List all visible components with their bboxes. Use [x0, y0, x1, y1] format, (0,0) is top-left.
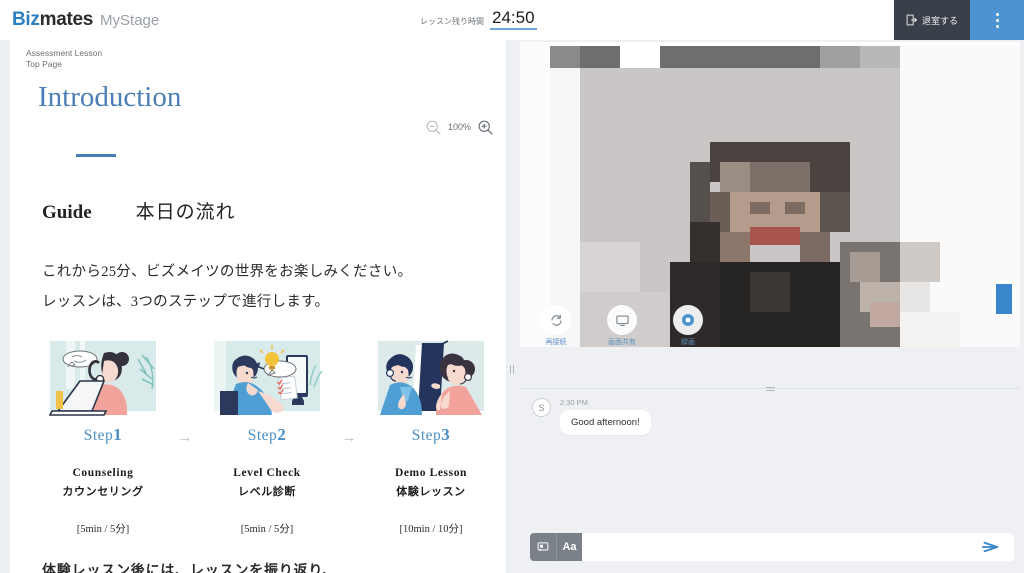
step-1-title-jp: カウンセリング	[62, 486, 144, 499]
top-bar: Biz mates MyStage レッスン残り時間 24:50 退室する	[0, 0, 1024, 40]
reconnect-label: 再接続	[545, 339, 567, 346]
step-1-duration: [5min / 5分]	[76, 524, 130, 536]
logo-product-text: MyStage	[100, 12, 160, 29]
two-people-presentation-illustration	[378, 340, 484, 416]
step-item-1: Step1 Counseling カウンセリング [5min / 5分]	[42, 339, 164, 536]
logo-biz-text: Biz	[12, 9, 40, 30]
zoom-out-icon[interactable]	[425, 119, 442, 136]
chat-input[interactable]	[590, 541, 982, 553]
step-3-title-en: Demo Lesson	[394, 467, 468, 480]
intro-line-1: これから25分、ビズメイツの世界をお楽しみください。	[42, 263, 413, 280]
bizmates-logo[interactable]: Biz mates MyStage	[12, 9, 159, 31]
intro-line-2: レッスンは、3つのステップで進行します。	[42, 293, 330, 310]
page-title: Introduction	[38, 80, 182, 113]
sticker-button[interactable]	[530, 533, 556, 561]
avatar: S	[532, 398, 551, 417]
lesson-timer: レッスン残り時間 24:50	[420, 8, 537, 30]
screen-share-icon	[607, 305, 637, 335]
breadcrumb-line-1: Assessment Lesson	[26, 48, 103, 58]
leave-room-button[interactable]: 退室する	[894, 0, 970, 40]
woman-with-headset-at-laptop-illustration	[48, 341, 156, 417]
closing-paragraph: 体験レッスン後には、レッスンを振り返り、	[42, 564, 338, 573]
sticker-icon	[537, 542, 549, 552]
screen-share-button[interactable]: 画面共有	[600, 305, 644, 347]
lesson-material-panel[interactable]: Assessment Lesson Top Page Introduction …	[10, 40, 506, 573]
text-format-label: Aa	[562, 541, 577, 553]
video-chat-panel: 再接続 画面共有 録画 S 2:30 PM Good afternoon! Aa	[510, 40, 1024, 573]
record-button[interactable]: 録画	[666, 305, 710, 347]
material-title-row: Introduction 100%	[10, 71, 506, 157]
participant-video-pixelated	[520, 42, 1020, 347]
zoom-in-icon[interactable]	[477, 119, 494, 136]
chat-message-text: Good afternoon!	[560, 410, 651, 435]
leave-room-label: 退室する	[921, 15, 958, 26]
timer-value: 24:50	[490, 8, 537, 30]
guide-heading-jp: 本日の流れ	[135, 201, 236, 223]
step-1-title-en: Counseling	[72, 467, 134, 480]
more-vertical-icon	[995, 11, 999, 29]
more-options-button[interactable]	[970, 0, 1024, 40]
intro-paragraph: これから25分、ビズメイツの世界をお楽しみください。 レッスンは、3つのステップ…	[42, 258, 506, 317]
step-arrow-2: →	[341, 429, 357, 447]
zoom-controls: 100%	[425, 119, 494, 136]
zoom-level: 100%	[447, 122, 471, 133]
chat-message: S 2:30 PM Good afternoon!	[532, 398, 1012, 435]
breadcrumb-line-2: Top Page	[26, 59, 62, 70]
chat-message-body: 2:30 PM Good afternoon!	[560, 398, 651, 435]
send-button[interactable]	[982, 540, 999, 554]
step-2-title-jp: レベル診断	[238, 486, 296, 499]
man-at-monitor-with-lightbulb-illustration	[214, 341, 323, 416]
breadcrumb[interactable]: Assessment Lesson Top Page	[10, 40, 506, 71]
text-format-button[interactable]: Aa	[556, 533, 582, 561]
steps-row: Step1 Counseling カウンセリング [5min / 5分] → S…	[42, 339, 506, 536]
screen-share-label: 画面共有	[608, 339, 636, 346]
guide-heading-en: Guide	[42, 201, 92, 223]
step-3-label: Step3	[411, 425, 451, 445]
record-label: 録画	[681, 339, 695, 346]
record-icon	[673, 305, 703, 335]
sidebar-resize-handle[interactable]	[508, 362, 516, 376]
step-3-duration: [10min / 10分]	[399, 524, 463, 536]
step-1-label: Step1	[83, 425, 123, 445]
guide-heading: Guide 本日の流れ	[42, 197, 506, 224]
reconnect-button[interactable]: 再接続	[534, 305, 578, 347]
step-item-3: Step3 Demo Lesson 体験レッスン [10min / 10分]	[370, 339, 492, 536]
chat-message-time: 2:30 PM	[560, 398, 588, 407]
video-side-accent	[996, 284, 1012, 314]
timer-label: レッスン残り時間	[420, 16, 484, 26]
video-stage[interactable]: 再接続 画面共有 録画	[520, 42, 1020, 347]
step-3-title-jp: 体験レッスン	[396, 486, 466, 499]
exit-door-icon	[906, 14, 918, 26]
step-2-label: Step2	[247, 425, 287, 445]
logo-mates-text: mates	[39, 9, 94, 30]
title-underline-rule	[76, 153, 116, 157]
lesson-app-window: Biz mates MyStage レッスン残り時間 24:50 退室する As…	[0, 0, 1024, 573]
step-item-2: Step2 Level Check レベル診断 [5min / 5分]	[206, 339, 328, 536]
chat-input-field-wrap[interactable]	[582, 533, 1014, 561]
step-2-title-en: Level Check	[233, 467, 301, 480]
video-controls: 再接続 画面共有 録画	[534, 305, 710, 347]
reconnect-icon	[541, 305, 571, 335]
material-content: Guide 本日の流れ これから25分、ビズメイツの世界をお楽しみください。 レ…	[10, 197, 506, 573]
chat-input-bar: Aa	[530, 533, 1014, 561]
step-2-duration: [5min / 5分]	[240, 524, 294, 536]
step-arrow-1: →	[177, 429, 193, 447]
chat-message-list: S 2:30 PM Good afternoon!	[532, 392, 1012, 552]
